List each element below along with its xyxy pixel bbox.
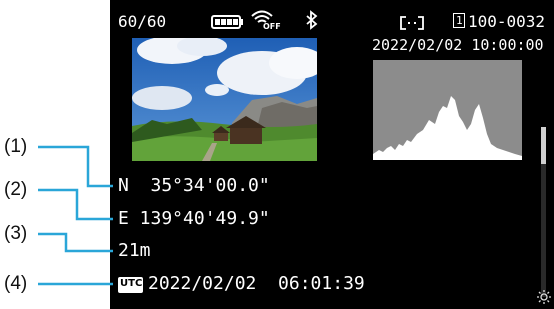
callout-3-leader xyxy=(38,232,113,253)
callout-1-leader xyxy=(38,145,113,188)
callout-2-leader xyxy=(38,188,113,221)
callout-leader-lines xyxy=(38,145,113,286)
